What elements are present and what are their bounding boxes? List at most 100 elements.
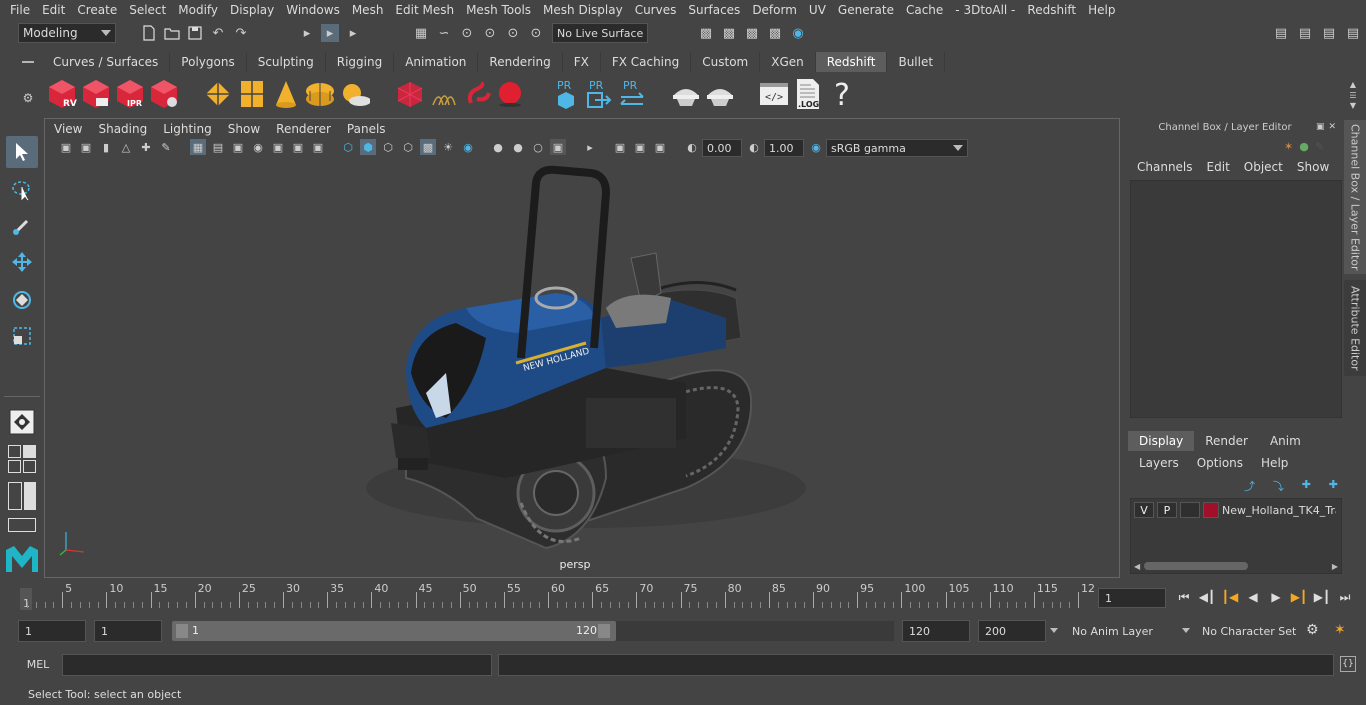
tab-fx-caching[interactable]: FX Caching: [600, 52, 692, 72]
undo-icon[interactable]: ↶: [209, 24, 227, 42]
panel-menu-shading[interactable]: Shading: [90, 122, 155, 136]
redshift-spot-light-icon[interactable]: [270, 76, 302, 112]
redshift-proxy-icon[interactable]: [394, 76, 426, 112]
go-to-end-icon[interactable]: ⏭: [1335, 589, 1355, 605]
step-back-key-icon[interactable]: ◀┃: [1197, 589, 1217, 605]
camera-attributes-icon[interactable]: ▣: [78, 139, 94, 155]
layout-single-icon[interactable]: [8, 518, 36, 532]
render-view-icon[interactable]: ▩: [697, 24, 715, 42]
chevron-down-icon[interactable]: [1050, 628, 1058, 633]
redshift-rectangle-light-icon[interactable]: [202, 76, 234, 112]
tab-xgen[interactable]: XGen: [760, 52, 816, 72]
move-tool-icon[interactable]: [6, 246, 38, 278]
layout-two-pane-icon[interactable]: [8, 482, 36, 510]
new-empty-layer-icon[interactable]: ✚: [1302, 478, 1311, 492]
character-set-dropdown[interactable]: No Character Set: [1196, 620, 1298, 642]
viewport-scene[interactable]: NEW HOLLAND: [46, 158, 1118, 576]
menu-3dtoall[interactable]: - 3DtoAll -: [949, 3, 1021, 17]
textured-icon[interactable]: ⬡: [400, 139, 416, 155]
mel-label[interactable]: MEL: [18, 658, 58, 671]
anti-aliasing-icon[interactable]: ○: [530, 139, 546, 155]
layout-quad-icon[interactable]: [8, 445, 36, 473]
redshift-portal-light-icon[interactable]: [236, 76, 268, 112]
anim-layer-dropdown[interactable]: No Anim Layer: [1066, 620, 1192, 642]
step-forward-frame-icon[interactable]: ▶┃: [1289, 589, 1309, 605]
menu-curves[interactable]: Curves: [629, 3, 683, 17]
menu-mesh[interactable]: Mesh: [346, 3, 390, 17]
animation-preferences-icon[interactable]: ✶: [1334, 622, 1354, 640]
redshift-material-icon[interactable]: [670, 76, 702, 112]
redshift-ipr-icon[interactable]: IPR: [114, 76, 146, 112]
tab-redshift[interactable]: Redshift: [815, 52, 888, 72]
log-file-icon[interactable]: .LOG: [792, 76, 824, 112]
range-end-handle[interactable]: [598, 624, 610, 638]
menu-redshift[interactable]: Redshift: [1021, 3, 1082, 17]
panel-menu-panels[interactable]: Panels: [339, 122, 394, 136]
select-hierarchy-icon[interactable]: ▸: [298, 24, 316, 42]
snap-curve-icon[interactable]: ∽: [435, 24, 453, 42]
layer-menu-help[interactable]: Help: [1252, 456, 1297, 470]
tab-bullet[interactable]: Bullet: [887, 52, 946, 72]
panel-menu-view[interactable]: View: [46, 122, 90, 136]
layer-visibility-toggle[interactable]: V: [1134, 502, 1154, 518]
gamma-field[interactable]: 1.00: [764, 139, 804, 157]
xray-joints-icon[interactable]: ▣: [612, 139, 628, 155]
step-forward-key-icon[interactable]: ▶┃: [1312, 589, 1332, 605]
menu-display[interactable]: Display: [224, 3, 280, 17]
gate-mask-icon[interactable]: ◉: [250, 139, 266, 155]
exposure-icon[interactable]: ◐: [684, 139, 700, 155]
select-component-icon[interactable]: ▸: [344, 24, 362, 42]
depth-of-field-icon[interactable]: ▣: [550, 139, 566, 155]
auto-key-icon[interactable]: ⚙: [1306, 622, 1326, 640]
redshift-material-2-icon[interactable]: [704, 76, 736, 112]
tab-rendering[interactable]: Rendering: [478, 52, 563, 72]
film-gate-icon[interactable]: ▤: [210, 139, 226, 155]
panel-menu-renderer[interactable]: Renderer: [268, 122, 339, 136]
animation-start-field[interactable]: 1: [18, 620, 86, 642]
range-start-handle[interactable]: [176, 624, 188, 638]
cb-menu-object[interactable]: Object: [1237, 160, 1290, 174]
snap-grid-icon[interactable]: ▦: [412, 24, 430, 42]
menu-select[interactable]: Select: [123, 3, 172, 17]
ipr-render-icon[interactable]: ▩: [743, 24, 761, 42]
hyper-icon[interactable]: ✎: [1315, 140, 1324, 154]
resolution-gate-icon[interactable]: ▣: [230, 139, 246, 155]
wireframe-icon[interactable]: ⬡: [340, 139, 356, 155]
scale-tool-icon[interactable]: [6, 320, 38, 352]
new-layer-from-selection-icon[interactable]: ✚: [1329, 478, 1338, 492]
frame-all-icon[interactable]: ▣: [652, 139, 668, 155]
go-to-start-icon[interactable]: ⏮: [1174, 589, 1194, 605]
shelf-settings-icon[interactable]: ⚙: [18, 88, 38, 108]
cb-menu-channels[interactable]: Channels: [1130, 160, 1200, 174]
redshift-render-options-icon[interactable]: [148, 76, 180, 112]
menu-edit-mesh[interactable]: Edit Mesh: [389, 3, 460, 17]
snap-point-icon[interactable]: ⊙: [458, 24, 476, 42]
ambient-occlusion-icon[interactable]: ●: [490, 139, 506, 155]
paint-select-tool-icon[interactable]: [6, 210, 38, 242]
grease-pencil-icon[interactable]: ✎: [158, 139, 174, 155]
step-back-frame-icon[interactable]: ┃◀: [1220, 589, 1240, 605]
last-tool-icon[interactable]: [6, 406, 38, 438]
menu-mesh-display[interactable]: Mesh Display: [537, 3, 629, 17]
side-tab-attribute-editor[interactable]: Attribute Editor: [1344, 280, 1366, 376]
layer-playback-toggle[interactable]: P: [1157, 502, 1177, 518]
safe-title-icon[interactable]: ▣: [310, 139, 326, 155]
redshift-sphere-icon[interactable]: [494, 76, 526, 112]
move-layer-down-icon[interactable]: ⤵: [1273, 478, 1284, 493]
pr-cube-icon[interactable]: PR: [550, 76, 582, 112]
menu-surfaces[interactable]: Surfaces: [682, 3, 746, 17]
tab-render-layers[interactable]: Render: [1194, 431, 1259, 451]
layer-row[interactable]: V P New_Holland_TK4_Trac: [1134, 502, 1338, 518]
layer-menu-options[interactable]: Options: [1188, 456, 1252, 470]
bookmark-icon[interactable]: ▮: [98, 139, 114, 155]
close-panel-icon[interactable]: ✕: [1329, 122, 1337, 134]
isolate-select-icon[interactable]: ▸: [582, 139, 598, 155]
menu-mesh-tools[interactable]: Mesh Tools: [460, 3, 537, 17]
channel-box-toggle-icon[interactable]: ▤: [1344, 24, 1362, 42]
rotate-tool-icon[interactable]: [6, 284, 38, 316]
play-forwards-icon[interactable]: ▶: [1266, 589, 1286, 605]
menu-help[interactable]: Help: [1082, 3, 1121, 17]
panel-menu-show[interactable]: Show: [220, 122, 268, 136]
save-scene-icon[interactable]: [186, 24, 204, 42]
render-settings-icon[interactable]: ▩: [766, 24, 784, 42]
